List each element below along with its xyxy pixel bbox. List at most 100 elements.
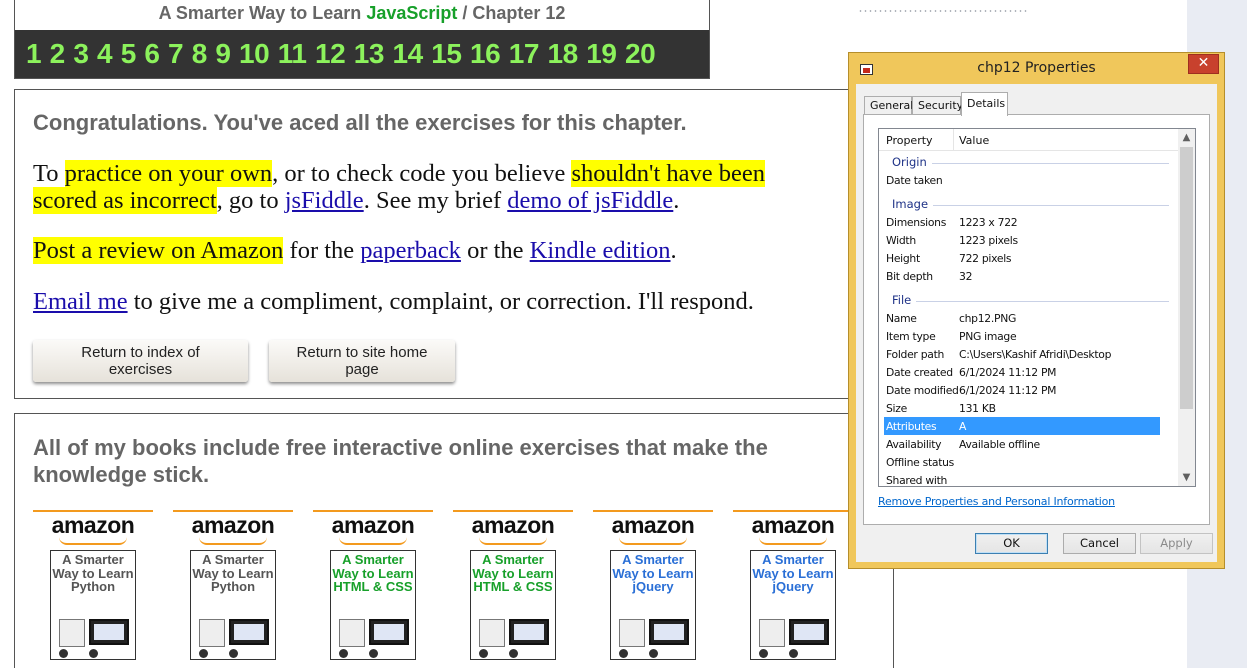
step-one-icon: [59, 649, 68, 658]
return-index-button[interactable]: Return to index of exercises: [33, 340, 248, 382]
kindle-link[interactable]: Kindle edition: [530, 237, 671, 264]
scroll-up-icon[interactable]: ▲: [1178, 129, 1195, 146]
chapter-link[interactable]: 4: [97, 38, 113, 70]
book-device-icon: [339, 619, 365, 647]
book-cover[interactable]: A Smarter Way to Learn HTML & CSS: [470, 550, 556, 660]
book-device-icon: [59, 619, 85, 647]
congrats-heading: Congratulations. You've aced all the exe…: [33, 110, 687, 135]
paperback-link[interactable]: paperback: [360, 237, 461, 264]
laptop-icon: [789, 619, 829, 645]
row-size[interactable]: Size 131 KB: [879, 399, 1179, 417]
tab-security[interactable]: Security: [912, 96, 963, 115]
scroll-down-icon[interactable]: ▼: [1178, 469, 1195, 486]
book-device-icon: [759, 619, 785, 647]
row-dimensions[interactable]: Dimensions 1223 x 722: [879, 213, 1179, 231]
row-shared-with[interactable]: Shared with: [879, 471, 1179, 486]
row-width[interactable]: Width 1223 pixels: [879, 231, 1179, 249]
row-offline-status[interactable]: Offline status: [879, 453, 1179, 471]
column-property[interactable]: Property: [886, 134, 933, 147]
book-title: A Smarter Way to Learn HTML & CSS: [332, 552, 414, 594]
group-file: File: [879, 291, 1179, 309]
cancel-button[interactable]: Cancel: [1063, 533, 1136, 554]
chapter-link[interactable]: 16: [470, 38, 501, 70]
return-home-button[interactable]: Return to site home page: [269, 340, 455, 382]
row-date-taken[interactable]: Date taken: [879, 171, 1179, 189]
chapter-link[interactable]: 15: [431, 38, 462, 70]
chapter-link[interactable]: 1: [26, 38, 42, 70]
amazon-smile-icon: [199, 537, 267, 545]
book-cover[interactable]: A Smarter Way to Learn jQuery: [750, 550, 836, 660]
chapter-link[interactable]: 3: [73, 38, 89, 70]
book-device-icon: [619, 619, 645, 647]
amazon-logo: amazon: [593, 510, 713, 546]
chapter-link[interactable]: 13: [354, 38, 385, 70]
amazon-logo: amazon: [313, 510, 433, 546]
chapter-link[interactable]: 12: [315, 38, 346, 70]
property-list[interactable]: Property Value Origin Date taken Image D…: [878, 128, 1196, 487]
book-item[interactable]: amazon A Smarter Way to Learn Python: [33, 510, 153, 668]
ok-button[interactable]: OK: [975, 533, 1048, 554]
title-js: JavaScript: [366, 3, 458, 23]
row-date-modified[interactable]: Date modified 6/1/2024 11:12 PM: [879, 381, 1179, 399]
row-availability[interactable]: Availability Available offline: [879, 435, 1179, 453]
book-item[interactable]: amazon A Smarter Way to Learn jQuery: [593, 510, 713, 668]
column-value[interactable]: Value: [959, 134, 989, 147]
chapter-link[interactable]: 18: [548, 38, 579, 70]
row-bit-depth[interactable]: Bit depth 32: [879, 267, 1179, 285]
book-cover[interactable]: A Smarter Way to Learn Python: [50, 550, 136, 660]
title-suffix: / Chapter 12: [457, 3, 566, 23]
books-panel: All of my books include free interactive…: [14, 413, 894, 668]
book-item[interactable]: amazon A Smarter Way to Learn HTML & CSS: [313, 510, 433, 668]
dialog-titlebar[interactable]: chp12 Properties ✕: [849, 53, 1224, 84]
chapter-link[interactable]: 7: [168, 38, 184, 70]
book-title: A Smarter Way to Learn Python: [192, 552, 274, 594]
step-two-icon: [649, 649, 658, 658]
book-cover[interactable]: A Smarter Way to Learn jQuery: [610, 550, 696, 660]
remove-properties-link[interactable]: Remove Properties and Personal Informati…: [878, 495, 1115, 508]
jsfiddle-link[interactable]: jsFiddle: [285, 187, 364, 214]
vertical-scrollbar[interactable]: ▲ ▼: [1178, 129, 1195, 486]
book-cover[interactable]: A Smarter Way to Learn Python: [190, 550, 276, 660]
tab-general[interactable]: General: [864, 96, 913, 115]
chapter-link[interactable]: 8: [192, 38, 208, 70]
amazon-logo: amazon: [733, 510, 853, 546]
row-folder-path[interactable]: Folder path C:\Users\Kashif Afridi\Deskto…: [879, 345, 1179, 363]
chapter-link[interactable]: 5: [121, 38, 137, 70]
laptop-icon: [369, 619, 409, 645]
amazon-smile-icon: [59, 537, 127, 545]
book-item[interactable]: amazon A Smarter Way to Learn Python: [173, 510, 293, 668]
row-attributes[interactable]: Attributes A: [884, 417, 1160, 435]
close-button[interactable]: ✕: [1188, 54, 1219, 74]
chapter-link[interactable]: 17: [509, 38, 540, 70]
laptop-icon: [229, 619, 269, 645]
laptop-icon: [649, 619, 689, 645]
chapter-link[interactable]: 10: [239, 38, 270, 70]
book-cover[interactable]: A Smarter Way to Learn HTML & CSS: [330, 550, 416, 660]
chapter-link[interactable]: 14: [393, 38, 424, 70]
review-paragraph: Post a review on Amazon for the paperbac…: [33, 237, 677, 264]
chapter-link[interactable]: 19: [586, 38, 617, 70]
tab-details[interactable]: Details: [961, 92, 1008, 116]
book-item[interactable]: amazon A Smarter Way to Learn jQuery: [733, 510, 853, 668]
book-title: A Smarter Way to Learn Python: [52, 552, 134, 594]
step-one-icon: [199, 649, 208, 658]
step-two-icon: [89, 649, 98, 658]
column-divider[interactable]: [953, 129, 954, 151]
row-name[interactable]: Name chp12.PNG: [879, 309, 1179, 327]
chapter-link[interactable]: 9: [215, 38, 231, 70]
chapter-link[interactable]: 6: [144, 38, 160, 70]
row-item-type[interactable]: Item type PNG image: [879, 327, 1179, 345]
row-date-created[interactable]: Date created 6/1/2024 11:12 PM: [879, 363, 1179, 381]
jsfiddle-demo-link[interactable]: demo of jsFiddle: [507, 187, 673, 214]
row-height[interactable]: Height 722 pixels: [879, 249, 1179, 267]
chapter-link[interactable]: 20: [625, 38, 656, 70]
chapter-link[interactable]: 2: [50, 38, 66, 70]
scroll-thumb[interactable]: [1180, 147, 1193, 409]
apply-button[interactable]: Apply: [1140, 533, 1213, 554]
group-origin: Origin: [879, 153, 1179, 171]
chapter-link[interactable]: 11: [278, 38, 307, 70]
amazon-logo: amazon: [173, 510, 293, 546]
email-link[interactable]: Email me: [33, 288, 128, 315]
amazon-smile-icon: [339, 537, 407, 545]
book-item[interactable]: amazon A Smarter Way to Learn HTML & CSS: [453, 510, 573, 668]
